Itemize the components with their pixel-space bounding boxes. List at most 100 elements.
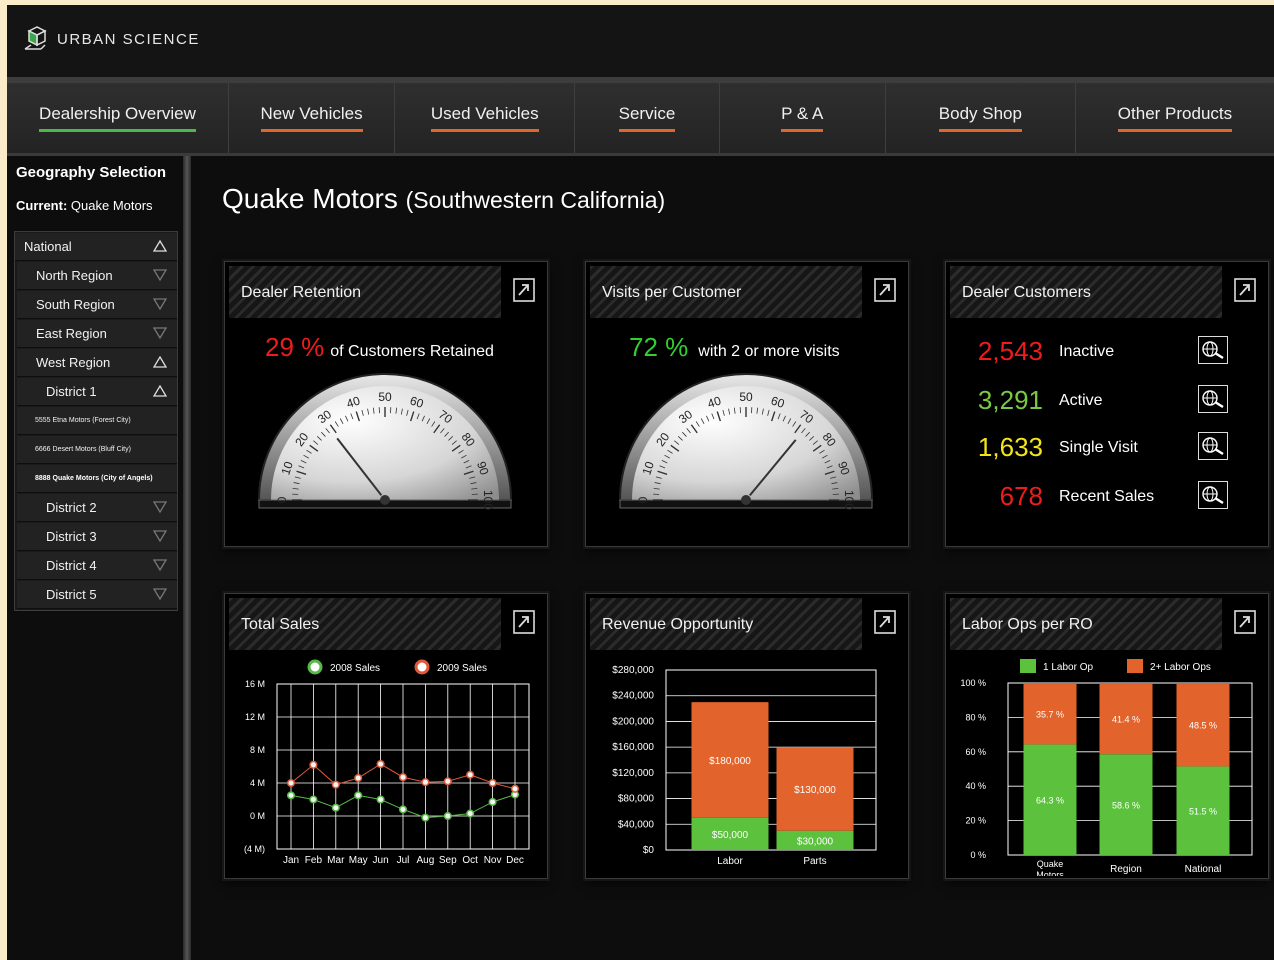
- globe-search-icon[interactable]: [1198, 385, 1228, 413]
- x-tick-label: Jun: [373, 855, 389, 866]
- triangle-down-icon[interactable]: [153, 530, 167, 542]
- visits-label: with 2 or more visits: [698, 343, 840, 360]
- dealer-retention-card: Dealer Retention 29 % of Customers Retain…: [224, 261, 548, 547]
- cube-logo-icon: [24, 26, 47, 50]
- y-tick-label: 16 M: [245, 679, 265, 689]
- current-value: Quake Motors: [70, 198, 153, 213]
- geo-item-district-1[interactable]: District 1: [17, 378, 177, 406]
- geo-item-label: East Region: [36, 326, 107, 341]
- geo-item-label: West Region: [36, 355, 111, 370]
- tab-p-and-a[interactable]: P & A: [720, 83, 886, 153]
- expand-icon[interactable]: [513, 610, 535, 634]
- triangle-up-icon[interactable]: [153, 385, 167, 397]
- geo-item-north-region[interactable]: North Region: [17, 262, 177, 290]
- geo-item-national[interactable]: National: [15, 233, 177, 261]
- tab-new-vehicles[interactable]: New Vehicles: [229, 83, 396, 153]
- triangle-down-icon[interactable]: [153, 298, 167, 310]
- x-tick-label: Aug: [417, 855, 435, 866]
- geo-item-label: South Region: [36, 297, 115, 312]
- x-tick-label: Sep: [439, 855, 457, 866]
- dealer-customers-card: Dealer Customers 2,543 Inactive 3,291 Ac…: [945, 261, 1269, 547]
- triangle-down-icon[interactable]: [153, 559, 167, 571]
- geo-item-dealer-5555[interactable]: 5555 Etna Motors (Forest City): [17, 407, 177, 435]
- customer-label: Active: [1059, 392, 1103, 409]
- triangle-up-icon[interactable]: [153, 356, 167, 368]
- y-tick-label: $200,000: [612, 716, 654, 727]
- geo-item-label: District 5: [46, 587, 97, 602]
- gauge-tick-label: 50: [378, 390, 392, 404]
- x-tick-label: Dec: [506, 855, 524, 866]
- geo-item-west-region[interactable]: West Region: [17, 349, 177, 377]
- tab-used-vehicles[interactable]: Used Vehicles: [395, 83, 576, 153]
- customer-row-inactive: 2,543 Inactive: [946, 330, 1268, 370]
- triangle-down-icon[interactable]: [153, 501, 167, 513]
- tab-label: Body Shop: [938, 104, 1022, 132]
- total-sales-chart: 16 M 12 M 8 M 4 M 0 M (4 M) Jan Feb Mar May Jun Jul…: [244, 659, 530, 866]
- data-point: [488, 778, 497, 788]
- data-point: [421, 813, 430, 822]
- y-tick-label: 8 M: [250, 745, 265, 755]
- logo: URBAN SCIENCE: [21, 25, 200, 53]
- sidebar-divider[interactable]: [183, 156, 191, 960]
- bar-value-label: $50,000: [712, 830, 749, 841]
- retention-value: 29 %: [265, 332, 325, 362]
- triangle-down-icon[interactable]: [153, 588, 167, 600]
- visits-stat: 72 % with 2 or more visits: [629, 332, 840, 363]
- tab-label: Service: [618, 104, 676, 132]
- geo-item-south-region[interactable]: South Region: [17, 291, 177, 319]
- expand-icon[interactable]: [513, 278, 535, 302]
- visits-gauge: 010203040 50 60708090100: [618, 373, 874, 510]
- geo-item-dealer-8888[interactable]: 8888 Quake Motors (City of Angels): [17, 465, 177, 493]
- triangle-down-icon[interactable]: [153, 269, 167, 281]
- expand-icon[interactable]: [874, 610, 896, 634]
- tab-service[interactable]: Service: [575, 83, 720, 153]
- geo-item-district-3[interactable]: District 3: [17, 523, 177, 551]
- tab-other-products[interactable]: Other Products: [1076, 83, 1274, 153]
- data-point: [421, 778, 430, 787]
- bar-value-label: 41.4 %: [1112, 715, 1140, 725]
- geo-item-label: 6666 Desert Motors (Bluff City): [35, 446, 131, 453]
- bar-value-label: 48.5 %: [1189, 721, 1217, 731]
- triangle-down-icon[interactable]: [153, 327, 167, 339]
- bar-value-label: 58.6 %: [1112, 801, 1140, 811]
- x-tick-label: Feb: [305, 855, 323, 866]
- y-tick-label: $80,000: [618, 794, 655, 805]
- globe-search-icon[interactable]: [1198, 481, 1228, 509]
- tab-dealership-overview[interactable]: Dealership Overview: [7, 83, 229, 153]
- y-tick-label: 40 %: [965, 781, 986, 791]
- retention-stat: 29 % of Customers Retained: [265, 332, 494, 363]
- triangle-up-icon[interactable]: [153, 240, 167, 252]
- globe-search-icon[interactable]: [1198, 336, 1228, 364]
- gauge-tick-label: 0: [636, 496, 650, 503]
- bar-value-label: $30,000: [797, 836, 834, 847]
- current-label: Current:: [16, 198, 68, 213]
- card-header: Visits per Customer: [590, 266, 862, 318]
- y-tick-label: $280,000: [612, 665, 654, 676]
- visits-per-customer-card: Visits per Customer 72 % with 2 or more v…: [585, 261, 909, 547]
- expand-icon[interactable]: [874, 278, 896, 302]
- tab-label: P & A: [781, 104, 824, 132]
- tab-label: New Vehicles: [260, 104, 363, 132]
- card-header: Dealer Retention: [229, 266, 501, 318]
- globe-search-icon[interactable]: [1198, 432, 1228, 460]
- tab-body-shop[interactable]: Body Shop: [886, 83, 1076, 153]
- expand-icon[interactable]: [1234, 610, 1256, 634]
- main-nav: Dealership Overview New Vehicles Used Ve…: [7, 83, 1274, 156]
- data-point: [286, 778, 296, 788]
- geo-item-east-region[interactable]: East Region: [17, 320, 177, 348]
- geo-item-district-4[interactable]: District 4: [17, 552, 177, 580]
- legend-swatch: [1127, 659, 1143, 673]
- data-point: [376, 759, 385, 769]
- data-point: [466, 809, 475, 818]
- y-tick-label: 60 %: [965, 747, 986, 757]
- geo-item-label: District 3: [46, 529, 97, 544]
- expand-icon[interactable]: [1234, 278, 1256, 302]
- geo-item-label: North Region: [36, 268, 113, 283]
- y-tick-label: $0: [643, 845, 655, 856]
- retention-label: of Customers Retained: [330, 343, 494, 360]
- dealer-name: Quake Motors: [222, 183, 398, 214]
- geo-item-district-2[interactable]: District 2: [17, 494, 177, 522]
- geo-item-district-5[interactable]: District 5: [17, 581, 177, 609]
- geo-item-dealer-6666[interactable]: 6666 Desert Motors (Bluff City): [17, 436, 177, 464]
- card-title: Total Sales: [241, 616, 320, 633]
